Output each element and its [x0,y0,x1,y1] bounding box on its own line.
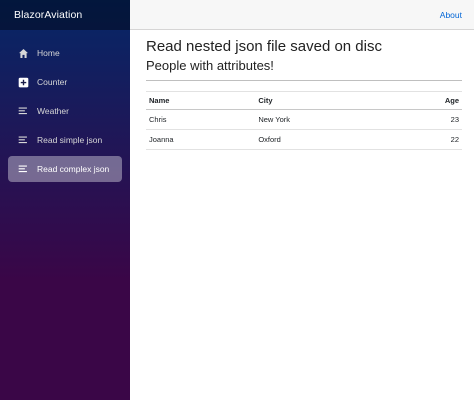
table-row: Chris New York 23 [146,109,462,130]
column-header-city: City [255,91,390,110]
list-icon [17,163,29,175]
cell-age: 23 [389,109,462,130]
list-icon [17,105,29,117]
page-title: Read nested json file saved on disc [146,38,382,55]
table-row: Joanna Oxford 22 [146,129,462,150]
column-header-name: Name [146,91,256,110]
plus-icon [17,76,29,88]
cell-name: Joanna [146,129,256,150]
people-table: Name City Age Chris New York 23 Joanna O… [146,91,462,150]
sidebar-item-label: Read simple json [37,135,103,145]
sidebar-item-read-complex-json[interactable]: Read complex json [8,156,122,182]
sidebar-item-home[interactable]: Home [8,40,122,66]
app-brand[interactable]: BlazorAviation [14,9,82,21]
cell-city: New York [255,109,390,130]
top-row: About [130,0,474,30]
about-link[interactable]: About [440,10,462,20]
cell-name: Chris [146,109,256,130]
cell-city: Oxford [255,129,390,150]
sidebar-item-label: Home [37,48,60,58]
list-icon [17,134,29,146]
home-icon [17,47,29,59]
sidebar-item-label: Counter [37,77,68,87]
main-content: Read nested json file saved on disc Peop… [146,38,462,150]
sidebar-item-weather[interactable]: Weather [8,98,122,124]
brand-bar: BlazorAviation [0,0,130,30]
sidebar-item-label: Read complex json [37,164,110,174]
divider [146,80,462,81]
sidebar-item-read-simple-json[interactable]: Read simple json [8,127,122,153]
column-header-age: Age [389,91,462,110]
sidebar-item-counter[interactable]: Counter [8,69,122,95]
sidebar-nav: Home Counter Weather Read simple json Re… [0,30,130,182]
page-subtitle: People with attributes! [146,58,274,73]
table-header-row: Name City Age [146,91,462,110]
sidebar-item-label: Weather [37,106,69,116]
cell-age: 22 [389,129,462,150]
sidebar: BlazorAviation Home Counter Weather Read… [0,0,130,400]
